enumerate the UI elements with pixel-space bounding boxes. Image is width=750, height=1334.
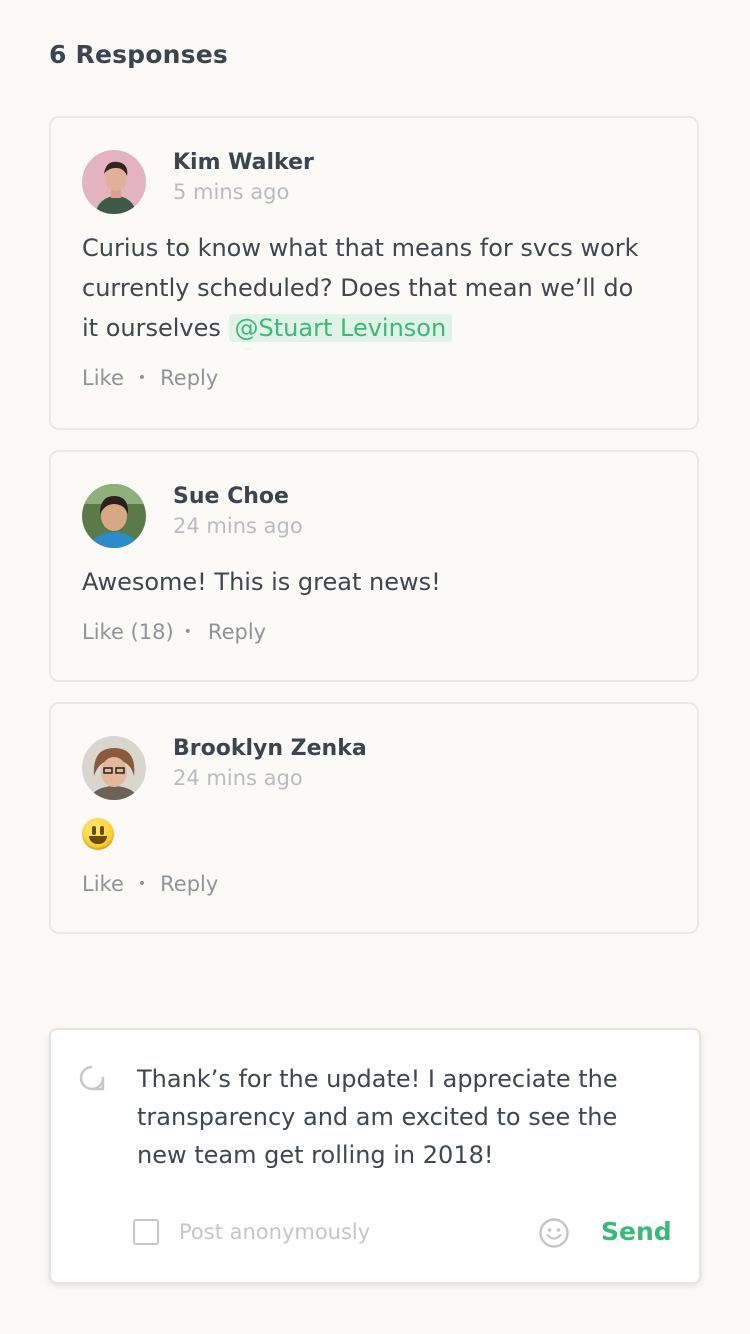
comment-actions: Like • Reply [82, 366, 218, 390]
comment-composer: Thank’s for the update! I appreciate the… [49, 1028, 701, 1284]
reply-button[interactable]: Reply [160, 872, 218, 896]
separator-dot: • [137, 876, 147, 892]
comment-card: Brooklyn Zenka 24 mins ago Like • Reply [49, 702, 699, 934]
comment-body: Awesome! This is great news! [82, 568, 441, 596]
comment-input[interactable]: Thank’s for the update! I appreciate the… [137, 1060, 657, 1174]
timestamp: 5 mins ago [173, 180, 290, 204]
avatar[interactable] [82, 484, 146, 548]
comment-actions: Like (18) • Reply [82, 620, 266, 644]
emoji-picker-icon[interactable] [538, 1217, 570, 1249]
comment-actions: Like • Reply [82, 872, 218, 896]
comment-input-line: new team get rolling in 2018! [137, 1141, 494, 1169]
separator-dot: • [137, 370, 147, 386]
comment-line: Curius to know what that means for svcs … [82, 234, 639, 262]
send-button[interactable]: Send [601, 1217, 672, 1246]
separator-dot: • [183, 624, 192, 640]
comment-body [82, 818, 682, 862]
comment-card: Kim Walker 5 mins ago Curius to know wha… [49, 116, 699, 430]
comment-line-text: it ourselves [82, 314, 221, 342]
comment-card: Sue Choe 24 mins ago Awesome! This is gr… [49, 450, 699, 682]
comment-input-line: transparency and am excited to see the [137, 1103, 618, 1131]
timestamp: 24 mins ago [173, 766, 303, 790]
reply-button[interactable]: Reply [208, 620, 266, 644]
chat-bubble-icon [79, 1065, 105, 1091]
anonymous-checkbox[interactable] [133, 1219, 159, 1245]
like-button[interactable]: Like (18) [82, 620, 174, 644]
like-button[interactable]: Like [82, 872, 124, 896]
comment-line: it ourselves @Stuart Levinson [82, 308, 682, 348]
like-button[interactable]: Like [82, 366, 124, 390]
smiley-emoji-icon [82, 818, 114, 850]
author-name[interactable]: Brooklyn Zenka [173, 736, 367, 761]
reply-button[interactable]: Reply [160, 366, 218, 390]
avatar[interactable] [82, 736, 146, 800]
avatar[interactable] [82, 150, 146, 214]
comment-line: currently scheduled? Does that mean we’l… [82, 274, 634, 302]
comment-body: Curius to know what that means for svcs … [82, 228, 682, 348]
author-name[interactable]: Kim Walker [173, 150, 314, 175]
author-name[interactable]: Sue Choe [173, 484, 289, 509]
user-mention[interactable]: @Stuart Levinson [228, 314, 453, 342]
timestamp: 24 mins ago [173, 514, 303, 538]
comment-input-line: Thank’s for the update! I appreciate the [137, 1065, 618, 1093]
anonymous-label: Post anonymously [179, 1220, 371, 1244]
responses-heading: 6 Responses [49, 40, 228, 69]
